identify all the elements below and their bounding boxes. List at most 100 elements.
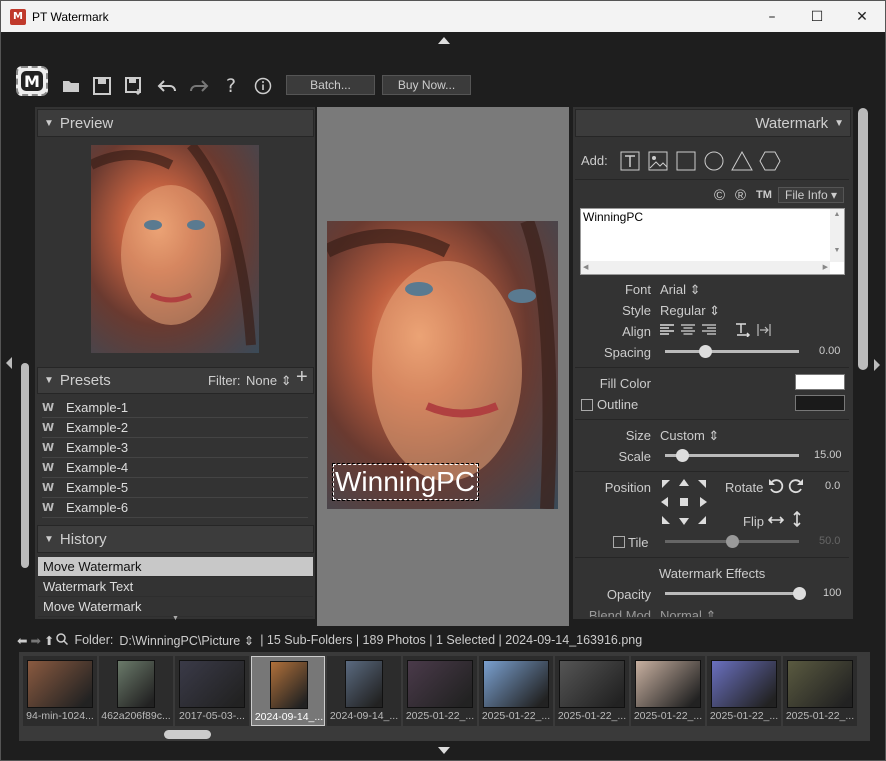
collapse-arrow-icon: ▼ (834, 117, 844, 129)
close-button[interactable]: ✕ (839, 1, 885, 32)
add-text-icon[interactable] (620, 151, 640, 174)
position-grid[interactable] (660, 478, 708, 529)
divider (575, 557, 849, 558)
registered-symbol-button[interactable]: ® (735, 187, 746, 204)
outline-checkbox[interactable] (581, 399, 593, 411)
forward-arrow-icon[interactable]: ➡ (30, 633, 40, 648)
fill-color-swatch[interactable] (795, 374, 845, 390)
font-value: Arial (660, 282, 687, 297)
preset-item[interactable]: W Example-5 (42, 478, 308, 498)
text-baseline-icon[interactable] (735, 323, 751, 340)
scale-slider-knob[interactable] (675, 449, 689, 462)
scroll-down-icon[interactable]: ▼ (172, 615, 179, 622)
editor-horizontal-scrollbar[interactable]: ◀ ▶ (581, 261, 830, 274)
trademark-symbol-button[interactable]: TM (756, 189, 772, 201)
align-left-icon[interactable] (660, 324, 674, 339)
watermark-text-editor[interactable]: WinningPC ▲ ▼ ◀ ▶ (580, 208, 845, 275)
preset-item[interactable]: W Example-4 (42, 458, 308, 478)
folder-path-select[interactable]: D:\WinningPC\Picture ⇕ (119, 633, 254, 648)
size-select[interactable]: Custom ⇕ (660, 428, 719, 444)
flip-vertical-icon[interactable] (791, 510, 803, 530)
opacity-slider-knob[interactable] (792, 587, 806, 600)
outline-color-swatch[interactable] (795, 395, 845, 411)
align-label: Align (622, 324, 651, 339)
filmstrip-thumbnail[interactable]: 2025-01-22_... (403, 656, 477, 726)
help-icon[interactable]: ? (220, 75, 242, 97)
preset-item[interactable]: W Example-6 (42, 498, 308, 518)
preset-item[interactable]: W Example-2 (42, 418, 308, 438)
filter-select[interactable]: None ⇕ (246, 373, 292, 389)
collapse-right-arrow-icon[interactable] (874, 359, 880, 371)
up-arrow-icon[interactable]: ⬆ (44, 633, 54, 648)
preset-item[interactable]: W Example-3 (42, 438, 308, 458)
flip-horizontal-icon[interactable] (767, 514, 785, 529)
copyright-symbol-button[interactable]: © (714, 187, 725, 204)
save-icon[interactable] (91, 75, 113, 97)
history-item[interactable]: Watermark Text (38, 577, 313, 597)
buy-now-button[interactable]: Buy Now... (382, 75, 471, 95)
add-circle-icon[interactable] (704, 151, 724, 174)
redo-icon[interactable] (188, 75, 210, 97)
editor-vertical-scrollbar[interactable]: ▲ ▼ (830, 209, 844, 262)
rotate-cw-icon[interactable] (788, 478, 804, 497)
add-rectangle-icon[interactable] (676, 151, 696, 174)
blend-mode-select[interactable]: Normal ⇕ (660, 608, 716, 617)
filmstrip-scrollbar[interactable] (164, 730, 211, 739)
presets-header[interactable]: ▼ Presets Filter: None ⇕ + (37, 366, 314, 394)
undo-icon[interactable] (156, 75, 178, 97)
spacing-slider-track[interactable] (665, 350, 799, 353)
tile-checkbox[interactable] (613, 536, 625, 548)
spacing-slider-knob[interactable] (698, 345, 712, 358)
tile-slider-knob[interactable] (725, 535, 739, 548)
filmstrip-thumbnail[interactable]: 2025-01-22_... (631, 656, 705, 726)
add-image-icon[interactable] (648, 151, 668, 174)
history-item[interactable]: Move Watermark (38, 557, 313, 577)
filmstrip-thumbnail[interactable]: 2024-09-14_... (251, 656, 325, 726)
filmstrip-thumbnail[interactable]: 462a206f89c... (99, 656, 173, 726)
opacity-slider-track[interactable] (665, 592, 799, 595)
collapse-top-arrow-icon[interactable] (438, 37, 450, 44)
back-arrow-icon[interactable]: ⬅ (17, 633, 27, 648)
filmstrip-thumbnail[interactable]: 94-min-1024... (23, 656, 97, 726)
collapse-left-arrow-icon[interactable] (6, 357, 12, 369)
search-icon[interactable] (56, 632, 69, 648)
divider (575, 367, 849, 368)
flip-label: Flip (743, 514, 764, 529)
watermark-header[interactable]: Watermark ▼ (575, 109, 851, 137)
filmstrip-thumbnail[interactable]: 2025-01-22_... (707, 656, 781, 726)
align-center-icon[interactable] (681, 324, 695, 339)
save-as-icon[interactable] (123, 75, 145, 97)
minimize-button[interactable]: – (749, 1, 795, 32)
align-right-icon[interactable] (702, 324, 716, 339)
maximize-button[interactable]: ☐ (794, 1, 840, 32)
open-folder-icon[interactable] (60, 75, 82, 97)
preset-item[interactable]: W Example-1 (42, 398, 308, 418)
preview-header[interactable]: ▼ Preview (37, 109, 314, 137)
app-logo[interactable]: M (16, 66, 48, 96)
font-select[interactable]: Arial ⇕ (660, 282, 701, 298)
filmstrip-thumbnail[interactable]: 2017-05-03-... (175, 656, 249, 726)
file-info-dropdown[interactable]: File Info ▾ (778, 187, 844, 203)
add-hexagon-icon[interactable] (759, 151, 781, 174)
style-select[interactable]: Regular ⇕ (660, 303, 720, 319)
batch-button[interactable]: Batch... (286, 75, 375, 95)
right-scrollbar[interactable] (858, 108, 868, 370)
presets-title: Presets (59, 372, 111, 389)
info-icon[interactable] (252, 75, 274, 97)
opacity-label: Opacity (606, 587, 651, 602)
text-direction-icon[interactable] (756, 323, 772, 340)
filmstrip-thumbnail[interactable]: 2025-01-22_... (479, 656, 553, 726)
collapse-bottom-arrow-icon[interactable] (438, 747, 450, 754)
add-triangle-icon[interactable] (731, 150, 753, 174)
style-label: Style (622, 303, 651, 318)
history-item[interactable]: Move Watermark (38, 597, 313, 617)
filmstrip-thumbnail[interactable]: 2024-09-14_... (327, 656, 401, 726)
add-preset-button[interactable]: + (296, 366, 308, 389)
watermark-text-overlay[interactable]: WinningPC (332, 463, 479, 501)
history-header[interactable]: ▼ History (37, 525, 314, 553)
filmstrip-thumbnail[interactable]: 2025-01-22_... (555, 656, 629, 726)
rotate-ccw-icon[interactable] (768, 478, 784, 497)
app-window: M PT Watermark – ☐ ✕ M ? Batch... Buy No… (0, 0, 886, 761)
left-scrollbar[interactable] (21, 363, 29, 568)
filmstrip-thumbnail[interactable]: 2025-01-22_... (783, 656, 857, 726)
